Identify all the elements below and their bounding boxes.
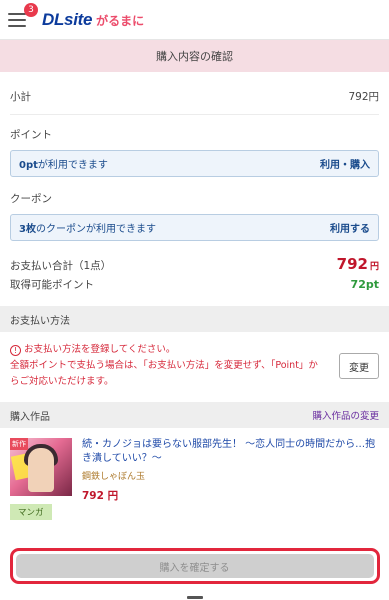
coupon-box-text: 3枚のクーポンが利用できます (19, 220, 156, 235)
total-price-value: 792 (336, 255, 368, 273)
cover-figure (28, 448, 54, 492)
subtotal-label: 小計 (10, 90, 31, 103)
subtotal-value: 792円 (348, 90, 379, 103)
product-thumb-wrap: 新作 マンガ (10, 438, 74, 520)
payment-warning: ! お支払い方法を登録してください。 全額ポイントで支払う場合は、「お支払い方法」… (10, 342, 320, 390)
payment-warning-line2: 全額ポイントで支払う場合は、「お支払い方法」を変更せず、「Point」からご対応… (10, 360, 318, 387)
points-available: 0pt (19, 160, 38, 171)
payment-warning-line1: お支払い方法を登録してください。 (24, 344, 176, 355)
alert-icon: ! (10, 345, 21, 356)
payment-method-section: ! お支払い方法を登録してください。 全額ポイントで支払う場合は、「お支払い方法」… (0, 332, 389, 402)
menu-icon-bar (8, 24, 26, 27)
site-logo[interactable]: DLsite がるまに (42, 10, 144, 30)
total-label: お支払い合計（1点） (10, 260, 112, 272)
coupon-available-suffix: のクーポンが利用できます (35, 224, 156, 235)
product-item: 新作 マンガ 続・カノジョは要らない服部先生！ ～恋人同士の時間だから…抱き潰し… (0, 428, 389, 526)
product-info: 続・カノジョは要らない服部先生！ ～恋人同士の時間だから…抱き潰していい？～ 鋼… (82, 438, 379, 520)
change-items-link[interactable]: 購入作品の変更 (312, 408, 379, 422)
payment-method-header: お支払い方法 (0, 306, 389, 332)
points-section-label: ポイント (10, 129, 52, 141)
logo-main-text: DLsite (42, 9, 93, 29)
purchased-items-header: 購入作品 購入作品の変更 (0, 402, 389, 428)
logo-sub-text: がるまに (96, 13, 145, 28)
coupon-section-label: クーポン (10, 193, 52, 205)
earnable-points-row: 取得可能ポイント 72pt (0, 277, 389, 292)
menu-icon-bar (8, 18, 26, 21)
points-box[interactable]: 0ptが利用できます 利用・購入 (10, 150, 379, 177)
page-title: 購入内容の確認 (0, 40, 389, 72)
new-badge: 新作 (10, 438, 28, 450)
earnable-points-label: 取得可能ポイント (10, 279, 94, 291)
product-author-link[interactable]: 鋼鉄しゃぼん玉 (82, 469, 379, 482)
confirm-area: 購入を確定する (0, 546, 389, 600)
earnable-points-value: 72pt (350, 278, 379, 291)
change-payment-button[interactable]: 変更 (339, 353, 379, 379)
payment-method-heading: お支払い方法 (10, 315, 70, 327)
coupon-count: 3枚 (19, 224, 36, 235)
genre-tag: マンガ (10, 504, 52, 520)
subtotal-row: 小計 792円 (0, 78, 389, 114)
product-title-link[interactable]: 続・カノジョは要らない服部先生！ ～恋人同士の時間だから…抱き潰していい？～ (82, 438, 379, 466)
purchased-items-heading: 購入作品 (10, 411, 50, 423)
confirm-highlight-outline: 購入を確定する (9, 548, 380, 584)
app-header: 3 DLsite がるまに (0, 0, 389, 40)
bottom-handle (187, 596, 203, 599)
menu-button[interactable]: 3 (8, 2, 38, 27)
points-box-text: 0ptが利用できます (19, 156, 108, 171)
total-row: お支払い合計（1点） 792 円 (0, 255, 389, 273)
coupon-box[interactable]: 3枚のクーポンが利用できます 利用する (10, 214, 379, 241)
use-coupon-link[interactable]: 利用する (330, 220, 370, 235)
menu-icon-bar (8, 12, 26, 15)
product-cover-image[interactable]: 新作 (10, 438, 72, 496)
confirm-purchase-button[interactable]: 購入を確定する (15, 554, 374, 578)
use-points-link[interactable]: 利用・購入 (320, 156, 370, 171)
product-price: 792 円 (82, 490, 119, 502)
total-price-unit: 円 (369, 262, 379, 272)
points-available-suffix: が利用できます (37, 160, 108, 171)
notification-badge: 3 (24, 2, 38, 17)
total-price: 792 円 (337, 255, 379, 273)
